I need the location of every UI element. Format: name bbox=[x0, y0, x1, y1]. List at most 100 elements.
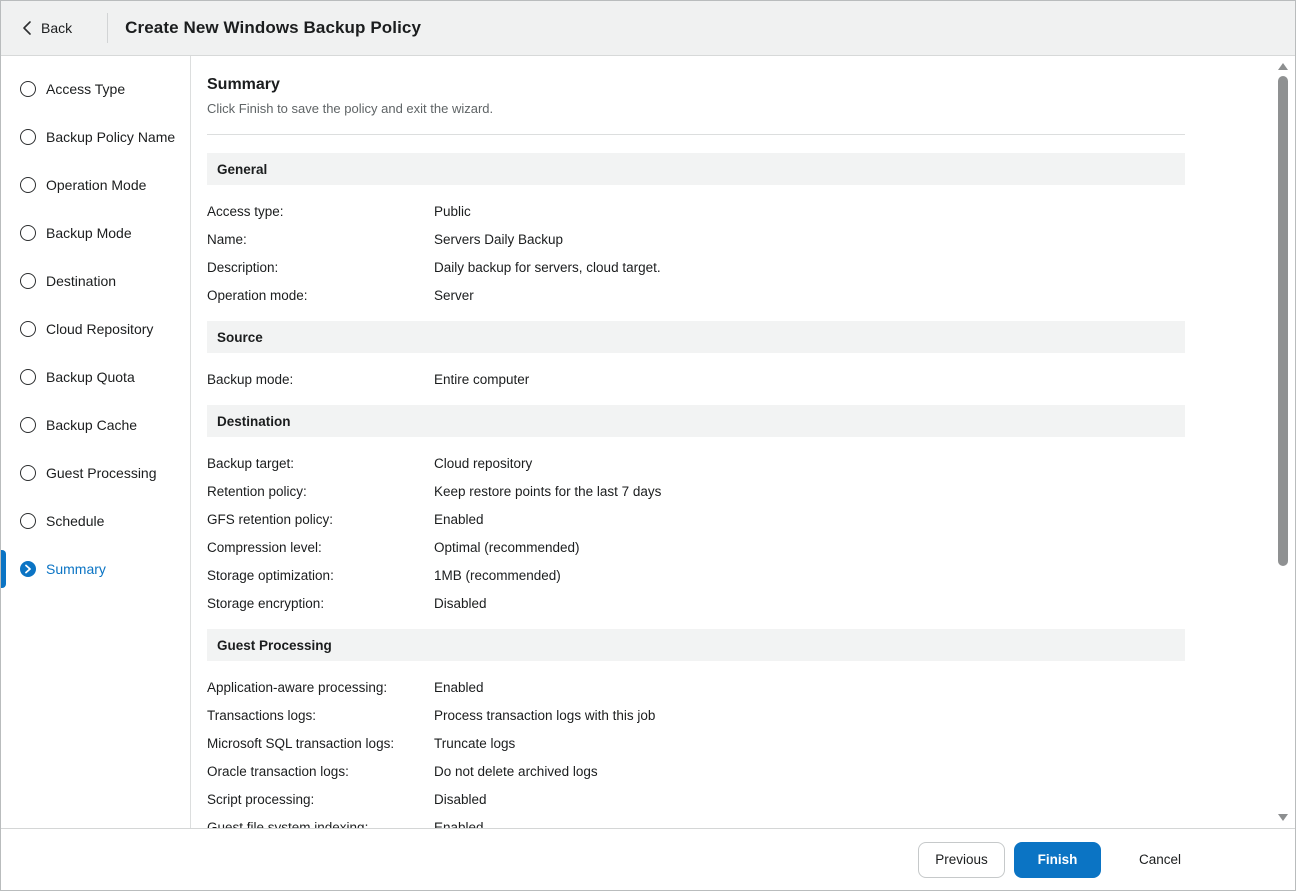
sidebar-step-access-type[interactable]: Access Type bbox=[1, 65, 190, 113]
step-label: Schedule bbox=[46, 513, 105, 529]
step-circle-icon bbox=[20, 465, 36, 481]
scrollbar-thumb[interactable] bbox=[1278, 76, 1288, 566]
summary-row: Microsoft SQL transaction logs: Truncate… bbox=[207, 729, 1185, 757]
step-circle-icon bbox=[20, 369, 36, 385]
step-circle-icon bbox=[20, 225, 36, 241]
summary-row: Retention policy: Keep restore points fo… bbox=[207, 477, 1185, 505]
row-label: Compression level: bbox=[207, 539, 322, 555]
sidebar-step-summary[interactable]: Summary bbox=[1, 545, 190, 593]
step-label: Backup Mode bbox=[46, 225, 132, 241]
sidebar-step-backup-cache[interactable]: Backup Cache bbox=[1, 401, 190, 449]
step-label: Cloud Repository bbox=[46, 321, 154, 337]
summary-section-destination: Destination Backup target: Cloud reposit… bbox=[207, 405, 1185, 617]
step-label: Destination bbox=[46, 273, 117, 289]
row-value: Server bbox=[434, 287, 474, 303]
summary-row: Application-aware processing: Enabled bbox=[207, 673, 1185, 701]
step-circle-icon bbox=[20, 273, 36, 289]
step-circle-icon bbox=[20, 129, 36, 145]
row-label: Name: bbox=[207, 231, 247, 247]
row-label: Guest file system indexing: bbox=[207, 819, 369, 829]
header-divider bbox=[107, 13, 109, 43]
summary-section-source: Source Backup mode: Entire computer bbox=[207, 321, 1185, 393]
section-rows: Backup target: Cloud repository Retentio… bbox=[207, 437, 1185, 617]
section-title: General bbox=[207, 153, 1185, 185]
row-label: Backup target: bbox=[207, 455, 295, 471]
summary-row: GFS retention policy: Enabled bbox=[207, 505, 1185, 533]
section-rows: Backup mode: Entire computer bbox=[207, 353, 1185, 393]
summary-row: Backup target: Cloud repository bbox=[207, 449, 1185, 477]
summary-row: Description: Daily backup for servers, c… bbox=[207, 253, 1185, 281]
row-value: Daily backup for servers, cloud target. bbox=[434, 259, 661, 275]
row-label: Storage optimization: bbox=[207, 567, 334, 583]
section-title: Source bbox=[207, 321, 1185, 353]
summary-sections: General Access type: Public Name: Server… bbox=[207, 153, 1185, 828]
sidebar-step-destination[interactable]: Destination bbox=[1, 257, 190, 305]
wizard-header: Back Create New Windows Backup Policy bbox=[1, 1, 1295, 56]
chevron-left-icon bbox=[22, 20, 32, 36]
chevron-right-circle-icon bbox=[20, 561, 36, 577]
row-value: Servers Daily Backup bbox=[434, 231, 564, 247]
row-label: Backup mode: bbox=[207, 371, 294, 387]
step-label: Summary bbox=[46, 561, 106, 577]
step-circle-icon bbox=[20, 321, 36, 337]
row-value: Optimal (recommended) bbox=[434, 539, 580, 555]
row-value: Process transaction logs with this job bbox=[434, 707, 656, 723]
sidebar-step-backup-policy-name[interactable]: Backup Policy Name bbox=[1, 113, 190, 161]
row-value: Enabled bbox=[434, 819, 484, 829]
wizard-steps-sidebar: Access Type Backup Policy Name Operation… bbox=[1, 56, 191, 828]
row-value: Enabled bbox=[434, 511, 484, 527]
back-button[interactable]: Back bbox=[22, 20, 72, 36]
sidebar-step-operation-mode[interactable]: Operation Mode bbox=[1, 161, 190, 209]
summary-row: Storage encryption: Disabled bbox=[207, 589, 1185, 617]
triangle-up-icon[interactable] bbox=[1278, 63, 1288, 70]
summary-row: Guest file system indexing: Enabled bbox=[207, 813, 1185, 829]
summary-row: Compression level: Optimal (recommended) bbox=[207, 533, 1185, 561]
summary-row: Transactions logs: Process transaction l… bbox=[207, 701, 1185, 729]
sidebar-step-cloud-repository[interactable]: Cloud Repository bbox=[1, 305, 190, 353]
row-label: Application-aware processing: bbox=[207, 679, 388, 695]
back-label: Back bbox=[41, 20, 73, 36]
row-label: Script processing: bbox=[207, 791, 315, 807]
cancel-button[interactable]: Cancel bbox=[1131, 842, 1189, 878]
finish-button[interactable]: Finish bbox=[1013, 841, 1101, 878]
row-value: Public bbox=[434, 203, 471, 219]
summary-section-general: General Access type: Public Name: Server… bbox=[207, 153, 1185, 309]
summary-panel: Summary Click Finish to save the policy … bbox=[191, 56, 1202, 828]
summary-row: Oracle transaction logs: Do not delete a… bbox=[207, 757, 1185, 785]
row-label: Oracle transaction logs: bbox=[207, 763, 349, 779]
step-circle-icon bbox=[20, 177, 36, 193]
previous-button[interactable]: Previous bbox=[917, 841, 1005, 878]
sidebar-step-guest-processing[interactable]: Guest Processing bbox=[1, 449, 190, 497]
content-wrap: Summary Click Finish to save the policy … bbox=[191, 56, 1295, 828]
summary-row: Backup mode: Entire computer bbox=[207, 365, 1185, 393]
row-value: Disabled bbox=[434, 595, 487, 611]
sidebar-step-backup-quota[interactable]: Backup Quota bbox=[1, 353, 190, 401]
row-label: Storage encryption: bbox=[207, 595, 325, 611]
summary-row: Name: Servers Daily Backup bbox=[207, 225, 1185, 253]
section-rows: Application-aware processing: Enabled Tr… bbox=[207, 661, 1185, 829]
row-label: Access type: bbox=[207, 203, 284, 219]
row-label: Microsoft SQL transaction logs: bbox=[207, 735, 395, 751]
triangle-down-icon[interactable] bbox=[1278, 814, 1288, 821]
summary-section-guest-processing: Guest Processing Application-aware proce… bbox=[207, 629, 1185, 828]
active-step-indicator bbox=[1, 550, 6, 588]
section-title: Guest Processing bbox=[207, 629, 1185, 661]
row-value: Enabled bbox=[434, 679, 484, 695]
step-label: Guest Processing bbox=[46, 465, 157, 481]
row-value: 1MB (recommended) bbox=[434, 567, 561, 583]
step-label: Backup Quota bbox=[46, 369, 135, 385]
summary-row: Operation mode: Server bbox=[207, 281, 1185, 309]
vertical-scrollbar[interactable] bbox=[1275, 56, 1291, 828]
summary-subtitle: Click Finish to save the policy and exit… bbox=[207, 101, 494, 116]
row-value: Truncate logs bbox=[434, 735, 516, 751]
sidebar-step-schedule[interactable]: Schedule bbox=[1, 497, 190, 545]
row-value: Cloud repository bbox=[434, 455, 533, 471]
sidebar-step-backup-mode[interactable]: Backup Mode bbox=[1, 209, 190, 257]
row-label: GFS retention policy: bbox=[207, 511, 334, 527]
section-title: Destination bbox=[207, 405, 1185, 437]
row-value: Disabled bbox=[434, 791, 487, 807]
scroll-gutter bbox=[1201, 56, 1295, 828]
row-value: Do not delete archived logs bbox=[434, 763, 598, 779]
row-label: Operation mode: bbox=[207, 287, 308, 303]
row-label: Retention policy: bbox=[207, 483, 307, 499]
